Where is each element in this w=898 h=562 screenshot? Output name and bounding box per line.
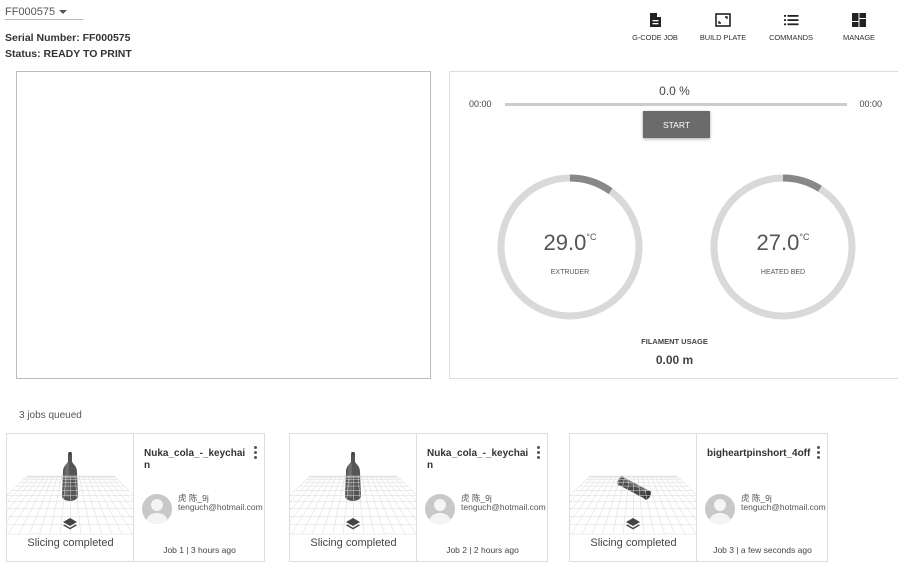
job-thumbnail: Slicing completed [7,434,134,562]
job-title: bigheartpinshort_4off [707,448,811,459]
avatar [425,494,455,524]
job-meta: Job 3 | a few seconds ago [713,545,812,555]
jobs-queued-count: 3 jobs queued [19,410,82,421]
gcode-job-label: G-CODE JOB [632,33,678,42]
slicing-status: Slicing completed [310,537,397,549]
dashboard-icon [852,13,866,27]
job-card[interactable]: Slicing completed bigheartpinshort_4off … [569,433,828,562]
printer-selector[interactable]: FF000575 [5,4,83,20]
job-info: Nuka_cola_-_keychain 虎 陈_9j tenguch@hotma… [417,434,548,562]
job-card[interactable]: Slicing completed Nuka_cola_-_keychain 虎… [289,433,548,562]
commands-button[interactable]: COMMANDS [760,12,822,42]
manage-label: MANAGE [843,33,875,42]
heated-bed-temp-unit: °C [799,231,810,242]
user-email: tenguch@hotmail.com [178,502,263,512]
model-viewer[interactable] [16,71,431,379]
job-info: bigheartpinshort_4off 虎 陈_9j tenguch@hotm… [697,434,828,562]
job-thumbnail: Slicing completed [570,434,697,562]
job-title: Nuka_cola_-_keychain [427,448,529,471]
start-button[interactable]: START [643,111,710,138]
build-plate-button[interactable]: BUILD PLATE [692,12,754,42]
filament-usage-title: FILAMENT USAGE [641,337,708,346]
avatar [142,494,172,524]
extruder-temperature: 29.0°C [496,230,644,256]
build-plate-label: BUILD PLATE [699,33,747,42]
manage-button[interactable]: MANAGE [828,12,890,42]
serial-number: Serial Number: FF000575 [5,32,131,44]
toolbar: G-CODE JOB BUILD PLATE COMMANDS MANAGE [624,12,890,42]
user-email: tenguch@hotmail.com [461,502,546,512]
printer-name: FF000575 [5,5,56,18]
file-icon [650,13,661,27]
extruder-temp-value: 29.0 [543,230,587,255]
heated-bed-gauge: 27.0°C HEATED BED [709,173,857,321]
slicing-status: Slicing completed [27,537,114,549]
job-owner: 虎 陈_9j tenguch@hotmail.com [461,494,546,512]
progress-percent: 0.0 % [659,84,690,98]
progress-bar [505,103,847,106]
remaining-time: 00:00 [859,99,882,109]
job-thumbnail: Slicing completed [290,434,417,562]
job-meta: Job 2 | 2 hours ago [446,545,519,555]
list-icon [784,15,799,26]
avatar [705,494,735,524]
print-status-panel: 0.0 % 00:00 00:00 START 29.0°C EXTRUDER … [449,71,898,379]
gcode-job-button[interactable]: G-CODE JOB [624,12,686,42]
dropdown-caret-icon [59,9,68,14]
extruder-label: EXTRUDER [550,269,590,276]
job-meta: Job 1 | 3 hours ago [163,545,236,555]
filament-usage-value: 0.00 m [655,353,694,367]
commands-label: COMMANDS [769,33,813,42]
more-options-icon[interactable] [535,446,541,459]
extruder-temp-unit: °C [586,231,597,242]
layers-icon [626,518,640,530]
job-owner: 虎 陈_9j tenguch@hotmail.com [741,494,826,512]
job-owner: 虎 陈_9j tenguch@hotmail.com [178,494,263,512]
job-title: Nuka_cola_-_keychain [144,448,246,471]
heated-bed-temperature: 27.0°C [709,230,857,256]
layers-icon [63,518,77,530]
layers-icon [346,518,360,530]
build-plate-icon [715,13,731,27]
elapsed-time: 00:00 [469,99,492,109]
user-email: tenguch@hotmail.com [741,502,826,512]
extruder-gauge: 29.0°C EXTRUDER [496,173,644,321]
more-options-icon[interactable] [252,446,258,459]
more-options-icon[interactable] [815,446,821,459]
job-card[interactable]: Slicing completed Nuka_cola_-_keychain 虎… [6,433,265,562]
printer-status: Status: READY TO PRINT [5,48,132,60]
heated-bed-label: HEATED BED [760,269,806,276]
heated-bed-temp-value: 27.0 [756,230,800,255]
job-info: Nuka_cola_-_keychain 虎 陈_9j tenguch@hotma… [134,434,265,562]
slicing-status: Slicing completed [590,537,677,549]
